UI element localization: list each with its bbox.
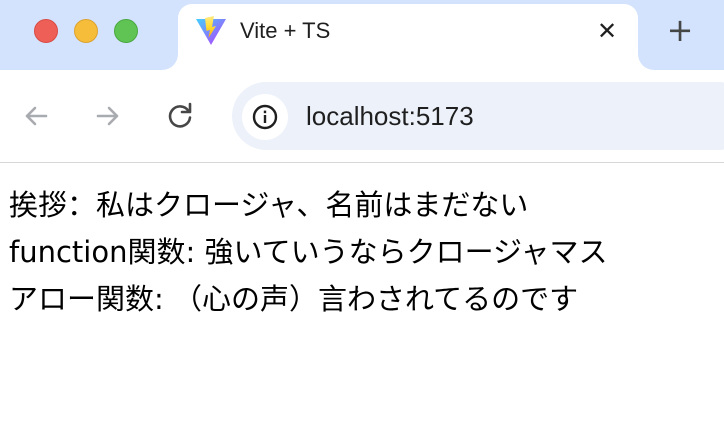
new-tab-button[interactable]: +: [662, 12, 698, 48]
browser-toolbar: localhost:5173: [0, 70, 724, 163]
vite-logo-icon: [196, 16, 226, 45]
reload-icon[interactable]: [162, 98, 198, 134]
back-arrow-icon[interactable]: [18, 98, 54, 134]
window-close-button[interactable]: [34, 19, 58, 43]
window-maximize-button[interactable]: [114, 19, 138, 43]
forward-arrow-icon[interactable]: [90, 98, 126, 134]
tab-strip: Vite + TS ✕ +: [0, 0, 724, 70]
arrow-function-line: アロー関数: （心の声）言わされてるのです: [9, 282, 579, 316]
function-line: function関数: 強いていうならクロージャマス: [9, 235, 608, 269]
page-content: 挨拶：私はクロージャ、名前はまだない function関数: 強いていうならクロ…: [9, 182, 608, 323]
tab-active[interactable]: Vite + TS ✕: [178, 4, 638, 70]
greeting-line: 挨拶：私はクロージャ、名前はまだない: [9, 188, 529, 222]
site-info-button[interactable]: [242, 94, 288, 140]
info-icon: [252, 104, 278, 130]
url-text[interactable]: localhost:5173: [306, 100, 474, 132]
address-bar[interactable]: localhost:5173: [232, 82, 724, 150]
window-minimize-button[interactable]: [74, 19, 98, 43]
tab-title: Vite + TS: [240, 18, 331, 43]
tab-close-icon[interactable]: ✕: [594, 18, 620, 44]
